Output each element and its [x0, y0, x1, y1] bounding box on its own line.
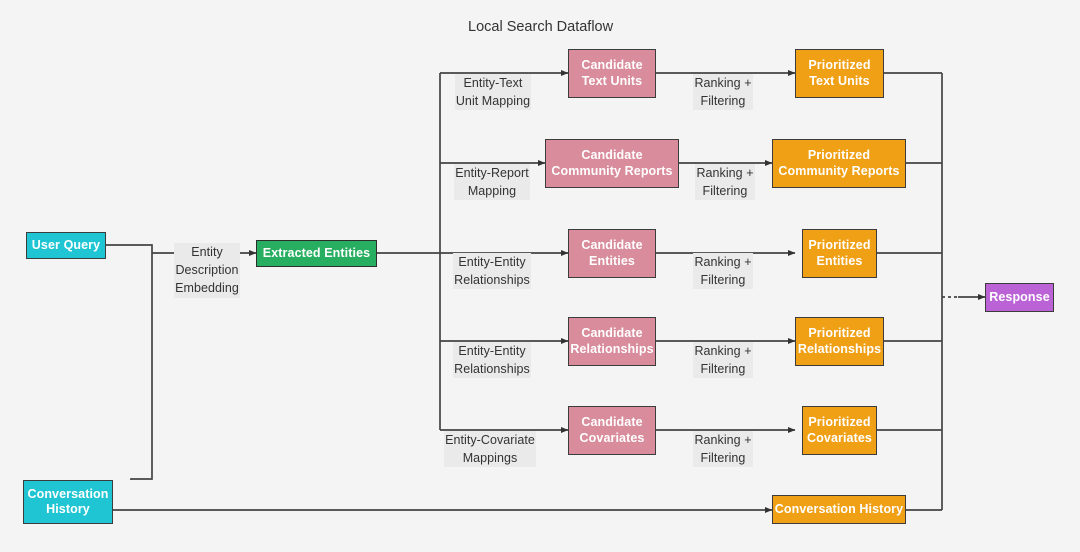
label-ranking-filtering-1-text: Ranking + Filtering [693, 74, 753, 111]
edge-user-query-to-history [106, 244, 153, 480]
label-entity-entity-relationships-1-text: Entity-Entity Relationships [453, 253, 531, 290]
label-entity-covariate-mappings-text: Entity-Covariate Mappings [444, 431, 536, 468]
label-ranking-filtering-5: Ranking + Filtering [678, 413, 768, 468]
node-candidate-covariates[interactable]: Candidate Covariates [568, 406, 656, 455]
label-entity-entity-relationships-2: Entity-Entity Relationships [437, 324, 547, 379]
node-prioritized-covariates[interactable]: Prioritized Covariates [802, 406, 877, 455]
label-entity-report-mapping-text: Entity-Report Mapping [454, 164, 530, 201]
node-extracted-entities[interactable]: Extracted Entities [256, 240, 377, 267]
node-conversation-history-output[interactable]: Conversation History [772, 495, 906, 524]
label-ranking-filtering-4-text: Ranking + Filtering [693, 342, 753, 379]
diagram-title: Local Search Dataflow [468, 19, 614, 35]
node-conversation-history-input[interactable]: Conversation History [23, 480, 113, 524]
label-ranking-filtering-2: Ranking + Filtering [680, 146, 770, 201]
node-prioritized-community-reports[interactable]: Prioritized Community Reports [772, 139, 906, 188]
label-ranking-filtering-2-text: Ranking + Filtering [695, 164, 755, 201]
label-ranking-filtering-5-text: Ranking + Filtering [693, 431, 753, 468]
node-candidate-text-units[interactable]: Candidate Text Units [568, 49, 656, 98]
label-ranking-filtering-3: Ranking + Filtering [678, 235, 768, 290]
node-candidate-relationships[interactable]: Candidate Relationships [568, 317, 656, 366]
node-prioritized-entities[interactable]: Prioritized Entities [802, 229, 877, 278]
node-response[interactable]: Response [985, 283, 1054, 312]
node-candidate-entities[interactable]: Candidate Entities [568, 229, 656, 278]
node-user-query[interactable]: User Query [26, 232, 106, 259]
label-ranking-filtering-1: Ranking + Filtering [678, 56, 768, 111]
label-entity-description-embedding: Entity Description Embedding [167, 225, 247, 298]
label-ranking-filtering-3-text: Ranking + Filtering [693, 253, 753, 290]
label-ranking-filtering-4: Ranking + Filtering [678, 324, 768, 379]
label-entity-entity-relationships-2-text: Entity-Entity Relationships [453, 342, 531, 379]
node-prioritized-relationships[interactable]: Prioritized Relationships [795, 317, 884, 366]
node-prioritized-text-units[interactable]: Prioritized Text Units [795, 49, 884, 98]
label-entity-covariate-mappings: Entity-Covariate Mappings [426, 413, 554, 468]
label-entity-entity-relationships-1: Entity-Entity Relationships [437, 235, 547, 290]
label-entity-description-embedding-text: Entity Description Embedding [174, 243, 240, 298]
node-candidate-community-reports[interactable]: Candidate Community Reports [545, 139, 679, 188]
label-entity-report-mapping: Entity-Report Mapping [437, 146, 547, 201]
flowchart-canvas: Local Search Dataflow User Query Convers… [0, 0, 1080, 552]
label-entity-text-unit-mapping: Entity-Text Unit Mapping [438, 56, 548, 111]
label-entity-text-unit-mapping-text: Entity-Text Unit Mapping [454, 74, 532, 111]
